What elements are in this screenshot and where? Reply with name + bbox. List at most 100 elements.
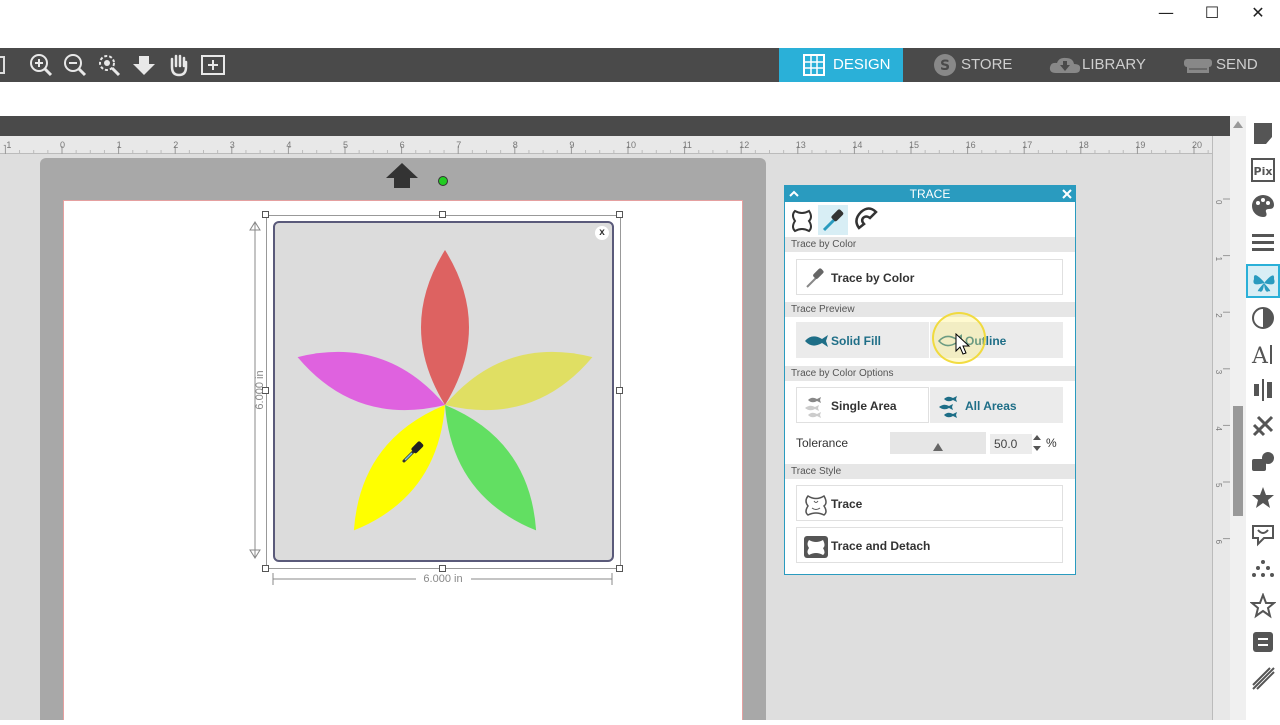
resize-handle[interactable] <box>262 211 269 218</box>
ruler-tick-label: 13 <box>796 140 806 150</box>
single-area-label: Single Area <box>831 399 897 413</box>
library-star-icon[interactable] <box>1250 593 1276 619</box>
replicate-icon[interactable] <box>1250 449 1276 475</box>
right-panel-icons: Pix A <box>1246 116 1280 720</box>
mouse-pointer-icon <box>955 333 971 355</box>
pan-hand-icon[interactable] <box>166 53 192 77</box>
pixscan-icon[interactable]: Pix <box>1250 157 1276 183</box>
minimize-button[interactable]: — <box>1143 0 1189 26</box>
add-page-icon[interactable] <box>200 53 226 77</box>
solid-fill-label: Solid Fill <box>831 334 881 348</box>
all-areas-button[interactable]: All Areas <box>930 387 1063 423</box>
close-window-button[interactable]: ✕ <box>1235 0 1280 26</box>
ruler-tick-label: -1 <box>3 140 11 150</box>
svg-text:Pix: Pix <box>1254 165 1273 178</box>
magnet-mode-icon[interactable] <box>851 206 881 236</box>
resize-handle[interactable] <box>439 211 446 218</box>
scrollbar-thumb[interactable] <box>1233 406 1243 516</box>
tolerance-spinner-icon[interactable] <box>1032 433 1042 453</box>
modify-star-icon[interactable] <box>1250 485 1276 511</box>
trace-button[interactable]: Trace <box>796 485 1063 521</box>
slider-thumb-icon[interactable] <box>932 442 944 452</box>
offset-icon[interactable] <box>1250 521 1276 547</box>
trace-by-color-button-label: Trace by Color <box>831 271 915 285</box>
maximize-button[interactable]: ☐ <box>1189 0 1235 26</box>
ruler-tick-label: 9 <box>569 140 574 150</box>
grid-icon <box>803 54 825 76</box>
zoom-in-icon[interactable] <box>28 53 54 77</box>
ruler-tick-label: 19 <box>1135 140 1145 150</box>
ruler-tick-label: 10 <box>626 140 636 150</box>
panel-close-icon[interactable] <box>1061 188 1073 200</box>
svg-text:S: S <box>940 58 950 74</box>
ruler-tick-label: 20 <box>1192 140 1202 150</box>
align-icon[interactable] <box>1250 377 1276 403</box>
tab-library[interactable]: LIBRARY <box>1040 48 1150 82</box>
cloud-icon <box>1049 57 1081 73</box>
sketch-dots-icon[interactable] <box>1250 557 1276 583</box>
resize-handle[interactable] <box>616 565 623 572</box>
tolerance-unit: % <box>1046 436 1057 450</box>
vruler-tick-label: 0 <box>1214 200 1223 205</box>
store-s-icon: S <box>934 54 956 76</box>
page-setup-icon[interactable] <box>1250 121 1276 147</box>
resize-handle[interactable] <box>616 211 623 218</box>
ruler-tick-label: 0 <box>60 140 65 150</box>
menu-toggle-icon[interactable] <box>0 53 14 77</box>
text-style-icon[interactable]: A <box>1250 341 1276 367</box>
trace-shape-mode-icon[interactable] <box>789 207 815 235</box>
fill-palette-icon[interactable] <box>1250 193 1276 219</box>
resize-handle[interactable] <box>616 387 623 394</box>
trace-panel: TRACE Trace by Color Trace by Color Trac… <box>784 185 1076 575</box>
tolerance-label: Tolerance <box>796 436 849 450</box>
tab-design[interactable]: DESIGN <box>779 48 903 82</box>
all-areas-label: All Areas <box>965 399 1017 413</box>
collapse-icon[interactable] <box>788 188 800 200</box>
sub-toolbar <box>0 82 1280 116</box>
trace-and-detach-button[interactable]: Trace and Detach <box>796 527 1063 563</box>
zoom-out-icon[interactable] <box>62 53 88 77</box>
vruler-tick-label: 2 <box>1214 313 1223 318</box>
ruler-tick-label: 1 <box>117 140 122 150</box>
vruler-tick-label: 1 <box>1214 257 1223 262</box>
vertical-scrollbar[interactable] <box>1230 116 1246 720</box>
resize-handle[interactable] <box>439 565 446 572</box>
tolerance-input[interactable]: 50.0 <box>990 434 1032 454</box>
ruler-tick-label: 7 <box>456 140 461 150</box>
send-settings-icon[interactable] <box>1250 629 1276 655</box>
transform-icon[interactable] <box>1250 413 1276 439</box>
resize-handle[interactable] <box>262 565 269 572</box>
trace-by-color-mode-tab[interactable] <box>818 205 848 235</box>
ruler-tick-label: 16 <box>966 140 976 150</box>
transparency-icon[interactable] <box>1250 305 1276 331</box>
tab-send[interactable]: SEND <box>1170 48 1280 82</box>
trace-by-color-button[interactable]: Trace by Color <box>796 259 1063 295</box>
svg-text:A: A <box>1251 344 1269 367</box>
trace-outline-icon <box>805 494 827 516</box>
section-trace-by-color: Trace by Color <box>785 237 1075 252</box>
tab-store-label: STORE <box>961 56 1013 73</box>
line-style-icon[interactable] <box>1250 229 1276 255</box>
doc-tab-strip <box>0 116 1230 136</box>
fish-solid-icon <box>805 335 828 347</box>
flower-image <box>297 250 593 531</box>
ruler-tick-label: 18 <box>1079 140 1089 150</box>
traced-image[interactable]: x <box>273 221 614 562</box>
hatch-icon[interactable] <box>1250 665 1276 691</box>
vruler-tick-label: 5 <box>1214 483 1223 488</box>
move-to-mat-icon[interactable] <box>384 161 420 189</box>
zoom-fit-icon[interactable] <box>96 53 122 77</box>
ruler-tick-label: 4 <box>286 140 291 150</box>
cutter-icon <box>1184 59 1212 73</box>
solid-fill-button[interactable]: Solid Fill <box>796 322 929 358</box>
tolerance-slider[interactable] <box>890 432 986 454</box>
single-area-button[interactable]: Single Area <box>796 387 929 423</box>
vertical-ruler: 0 1 2 3 4 5 6 <box>1212 136 1231 720</box>
trace-panel-tab[interactable] <box>1246 264 1280 298</box>
image-close-button[interactable]: x <box>595 226 609 240</box>
section-trace-options: Trace by Color Options <box>785 366 1075 381</box>
eyedropper-icon <box>822 209 844 232</box>
tab-store[interactable]: S STORE <box>903 48 1013 82</box>
move-down-icon[interactable] <box>131 53 157 77</box>
rotate-handle[interactable] <box>438 176 448 186</box>
